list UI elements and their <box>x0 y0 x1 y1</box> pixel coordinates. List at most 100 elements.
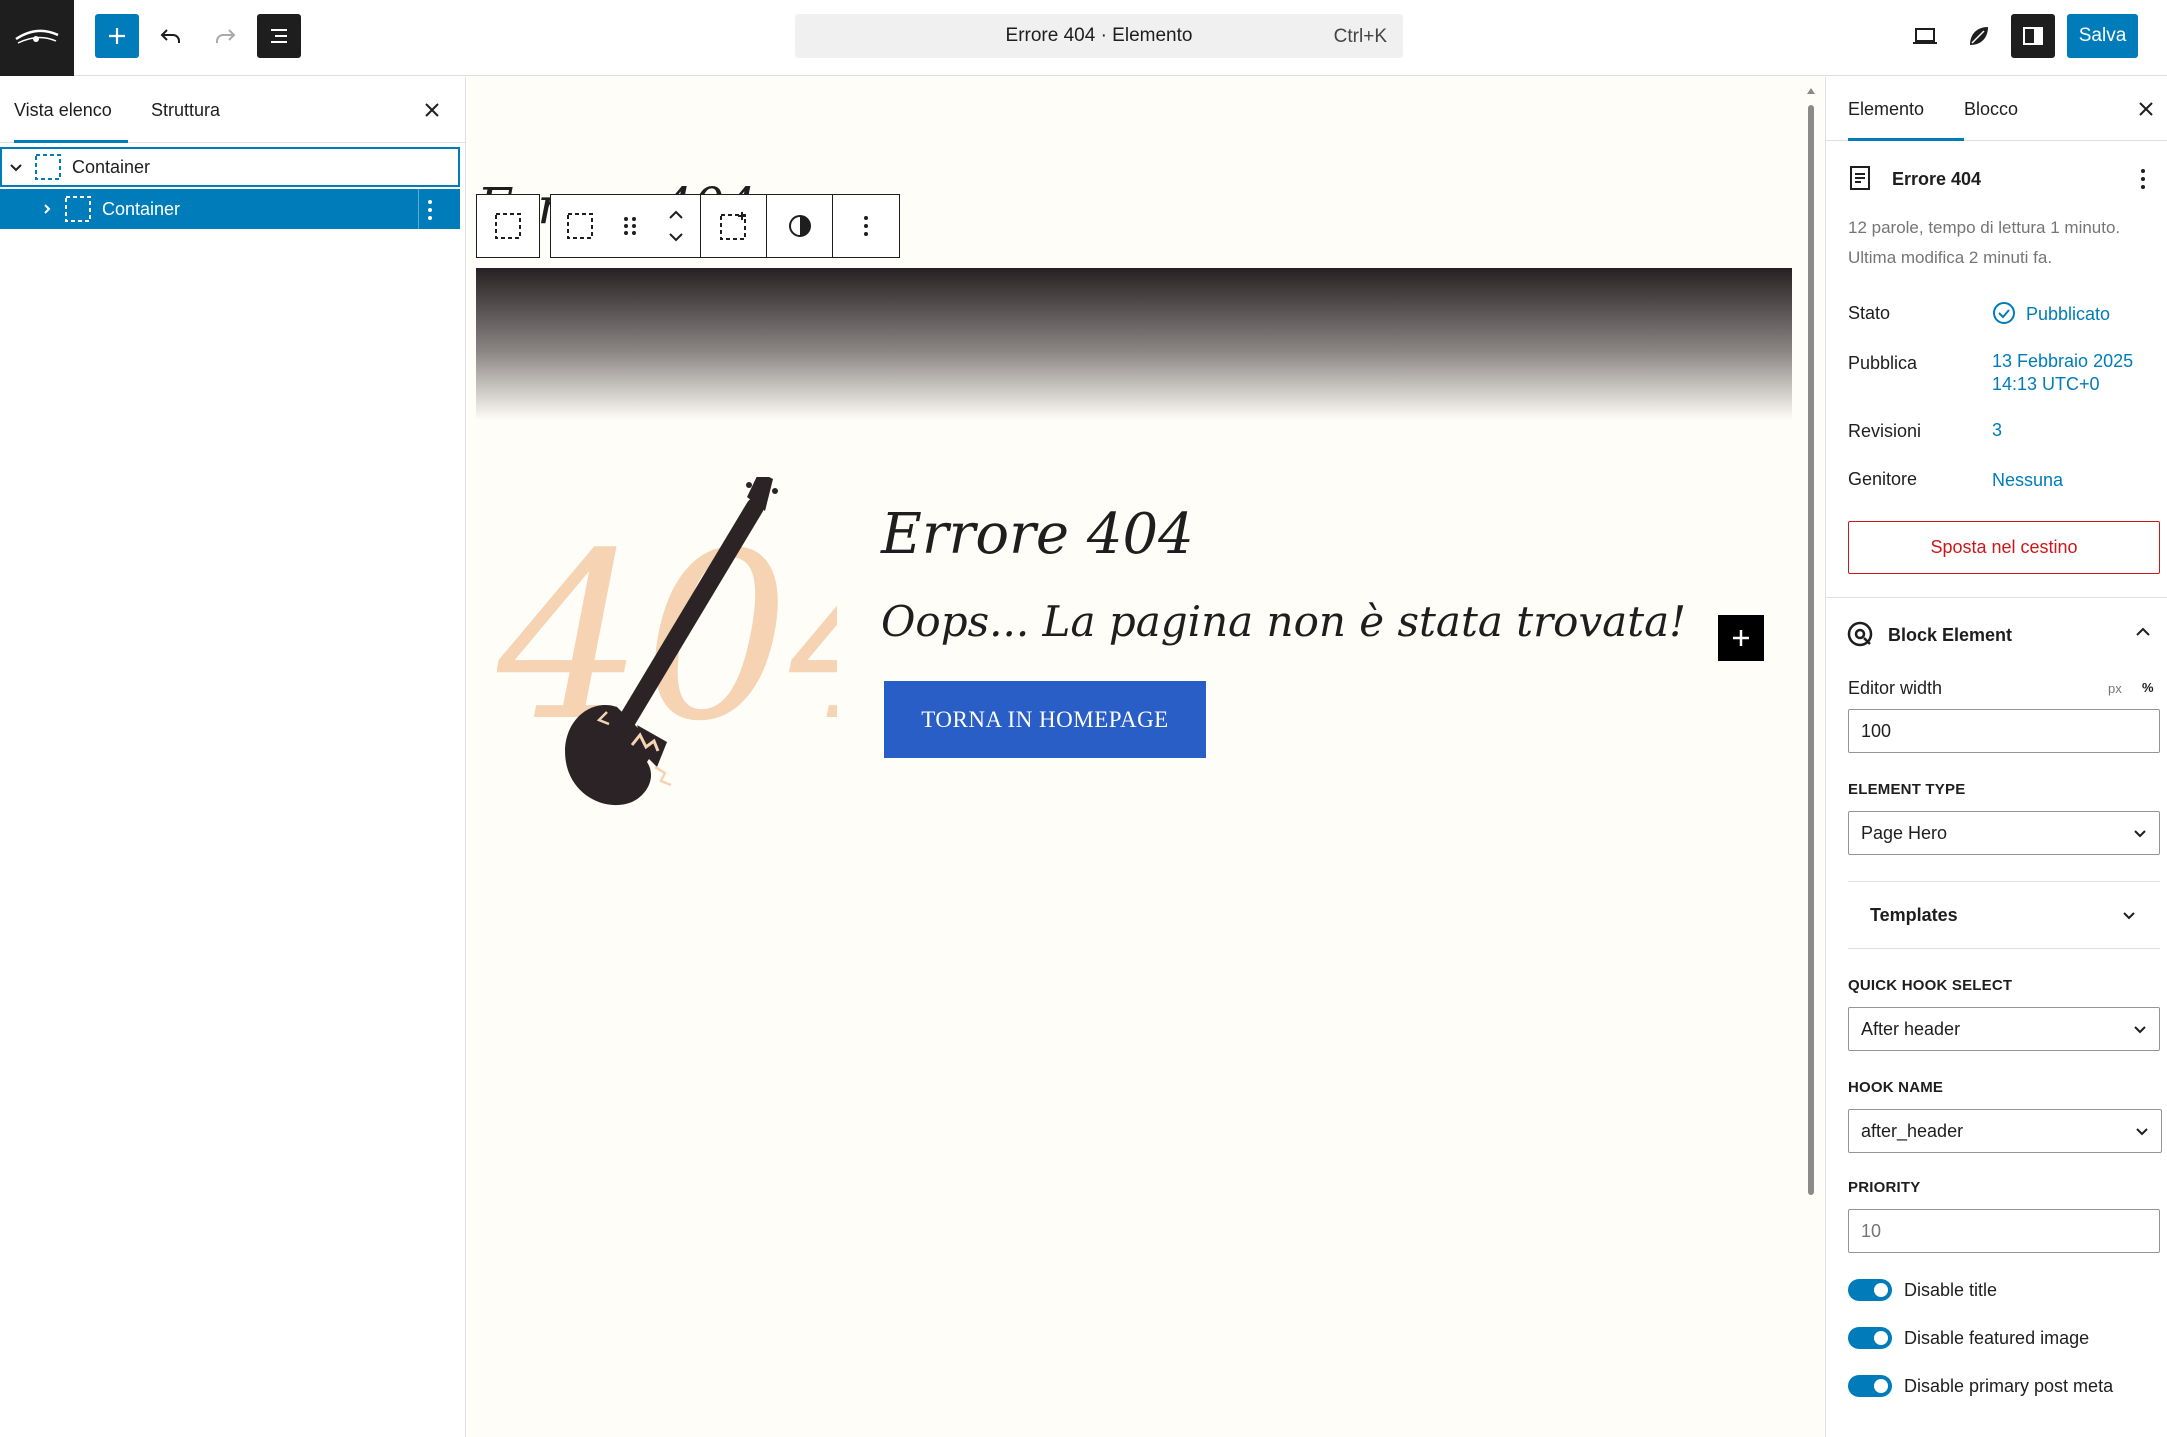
broken-guitar-artwork: 404 <box>496 472 936 822</box>
disable-featured-image-toggle[interactable] <box>1848 1327 1892 1349</box>
revisions-value[interactable]: 3 <box>1992 419 2002 441</box>
block-inserter-button[interactable] <box>1718 615 1764 661</box>
sidebar-icon <box>2023 27 2043 45</box>
command-palette-bar[interactable]: Errore 404 · Elemento Ctrl+K <box>795 14 1403 58</box>
document-icon <box>1850 166 1870 190</box>
leaf-icon <box>1970 27 1988 45</box>
add-block-button[interactable] <box>95 14 139 58</box>
tree-item-container[interactable]: Container <box>0 147 460 187</box>
plugin-button[interactable] <box>1957 14 2001 58</box>
tab-block[interactable]: Blocco <box>1964 77 2018 141</box>
container-block-icon <box>35 154 61 180</box>
plus-icon <box>1733 630 1749 646</box>
list-view-panel: Vista elenco Struttura Container Contain… <box>0 77 466 1437</box>
block-element-icon <box>1847 621 1873 647</box>
block-element-title[interactable]: Block Element <box>1888 625 2012 646</box>
section-divider <box>1826 597 2167 598</box>
settings-sidebar: Elemento Blocco Errore 404 12 parole, te… <box>1825 77 2167 1437</box>
document-overview-button[interactable] <box>257 14 301 58</box>
templates-label: Templates <box>1870 904 1958 925</box>
toggle-label: Disable title <box>1904 1279 1998 1300</box>
preview-button[interactable] <box>1903 14 1947 58</box>
element-type-select[interactable]: Page Hero <box>1848 811 2160 855</box>
styles-button[interactable] <box>767 195 833 257</box>
chevron-down-icon[interactable] <box>8 159 24 175</box>
toggle-label: Disable primary post meta <box>1904 1375 2114 1396</box>
redo-button[interactable] <box>203 14 247 58</box>
tab-list-view[interactable]: Vista elenco <box>14 77 128 143</box>
editor-canvas[interactable]: Errore 404 404 <box>467 77 1824 1437</box>
parent-select-group <box>476 194 540 258</box>
close-list-view-button[interactable] <box>416 94 448 126</box>
quick-hook-label: QUICK HOOK SELECT <box>1848 977 2013 994</box>
site-logo-icon <box>15 29 59 44</box>
contrast-icon <box>788 215 811 237</box>
move-up-down-icon[interactable] <box>666 206 686 246</box>
container-add-icon <box>719 212 746 240</box>
hook-name-select[interactable]: after_header <box>1848 1109 2162 1153</box>
editor-width-label: Editor width <box>1848 678 1943 698</box>
save-button[interactable]: Salva <box>2067 14 2138 58</box>
templates-panel-toggle[interactable]: Templates <box>1848 881 2160 949</box>
laptop-icon <box>1913 28 1937 44</box>
toggle-label: Disable featured image <box>1904 1327 2090 1348</box>
quick-hook-select[interactable]: After header <box>1848 1007 2160 1051</box>
error-heading[interactable]: Errore 404 <box>881 502 1194 567</box>
chevron-right-icon[interactable] <box>40 202 54 216</box>
redo-icon <box>216 29 236 43</box>
published-check-icon <box>1993 302 2015 324</box>
disable-post-meta-toggle[interactable] <box>1848 1375 1892 1397</box>
disable-title-toggle[interactable] <box>1848 1279 1892 1301</box>
move-to-trash-button[interactable]: Sposta nel cestino <box>1848 521 2160 574</box>
publish-label: Pubblica <box>1848 353 1918 373</box>
container-block-icon[interactable] <box>565 211 595 241</box>
disable-title-toggle-row[interactable]: Disable title <box>1848 1279 1997 1301</box>
priority-input[interactable]: 10 <box>1848 1209 2160 1253</box>
chevron-down-icon <box>2123 912 2135 920</box>
editor-topbar: Errore 404 · Elemento Ctrl+K Salva <box>0 0 2167 76</box>
more-vertical-icon[interactable] <box>2138 167 2148 191</box>
unit-percent[interactable]: % <box>2142 680 2154 695</box>
canvas-scrollbar[interactable] <box>1805 83 1817 1203</box>
list-view-icon <box>271 29 287 43</box>
disable-featured-image-toggle-row[interactable]: Disable featured image <box>1848 1327 2089 1349</box>
unit-px[interactable]: px <box>2108 681 2122 696</box>
settings-sidebar-button[interactable] <box>2011 14 2055 58</box>
scroll-thumb[interactable] <box>1808 105 1814 1195</box>
status-label: Stato <box>1848 303 1891 323</box>
publish-time[interactable]: 14:13 UTC+0 <box>1992 373 2100 395</box>
close-icon <box>2139 102 2153 116</box>
editor-width-input[interactable]: 100 <box>1848 709 2160 753</box>
status-value[interactable]: Pubblicato <box>2026 303 2110 325</box>
tree-item-container-child[interactable]: Container <box>0 189 460 229</box>
parent-label: Genitore <box>1848 469 1918 489</box>
quick-hook-value: After header <box>1861 1018 1961 1039</box>
site-logo[interactable] <box>0 0 74 76</box>
tab-outline[interactable]: Struttura <box>151 77 220 143</box>
undo-icon <box>160 29 180 43</box>
more-vertical-icon[interactable] <box>425 199 435 221</box>
tab-element[interactable]: Elemento <box>1848 77 1964 141</box>
close-settings-button[interactable] <box>2130 93 2162 125</box>
back-to-home-button[interactable]: TORNA IN HOMEPAGE <box>884 681 1206 758</box>
document-title: Errore 404 · Elemento <box>1005 25 1193 46</box>
scroll-up-arrow-icon[interactable] <box>1805 85 1817 97</box>
row-divider <box>418 189 419 229</box>
drag-handle-icon[interactable] <box>622 215 638 237</box>
undo-button[interactable] <box>149 14 193 58</box>
close-icon <box>425 103 439 117</box>
select-parent-button[interactable] <box>477 195 539 257</box>
document-title: Errore 404 <box>1892 169 1982 189</box>
block-options-button[interactable] <box>833 195 899 257</box>
hook-name-value: after_header <box>1861 1120 1964 1141</box>
element-type-value: Page Hero <box>1861 822 1948 843</box>
tree-item-label: Container <box>102 198 181 219</box>
add-inner-block-button[interactable] <box>701 195 767 257</box>
chevron-down-icon <box>2134 1026 2146 1034</box>
chevron-up-icon[interactable] <box>2134 623 2152 641</box>
publish-date[interactable]: 13 Febbraio 2025 <box>1992 350 2133 372</box>
parent-value[interactable]: Nessuna <box>1992 469 2063 491</box>
error-subheading[interactable]: Oops... La pagina non è stata trovata! <box>881 597 1686 646</box>
chevron-down-icon <box>2134 830 2146 838</box>
disable-post-meta-toggle-row[interactable]: Disable primary post meta <box>1848 1375 2113 1397</box>
